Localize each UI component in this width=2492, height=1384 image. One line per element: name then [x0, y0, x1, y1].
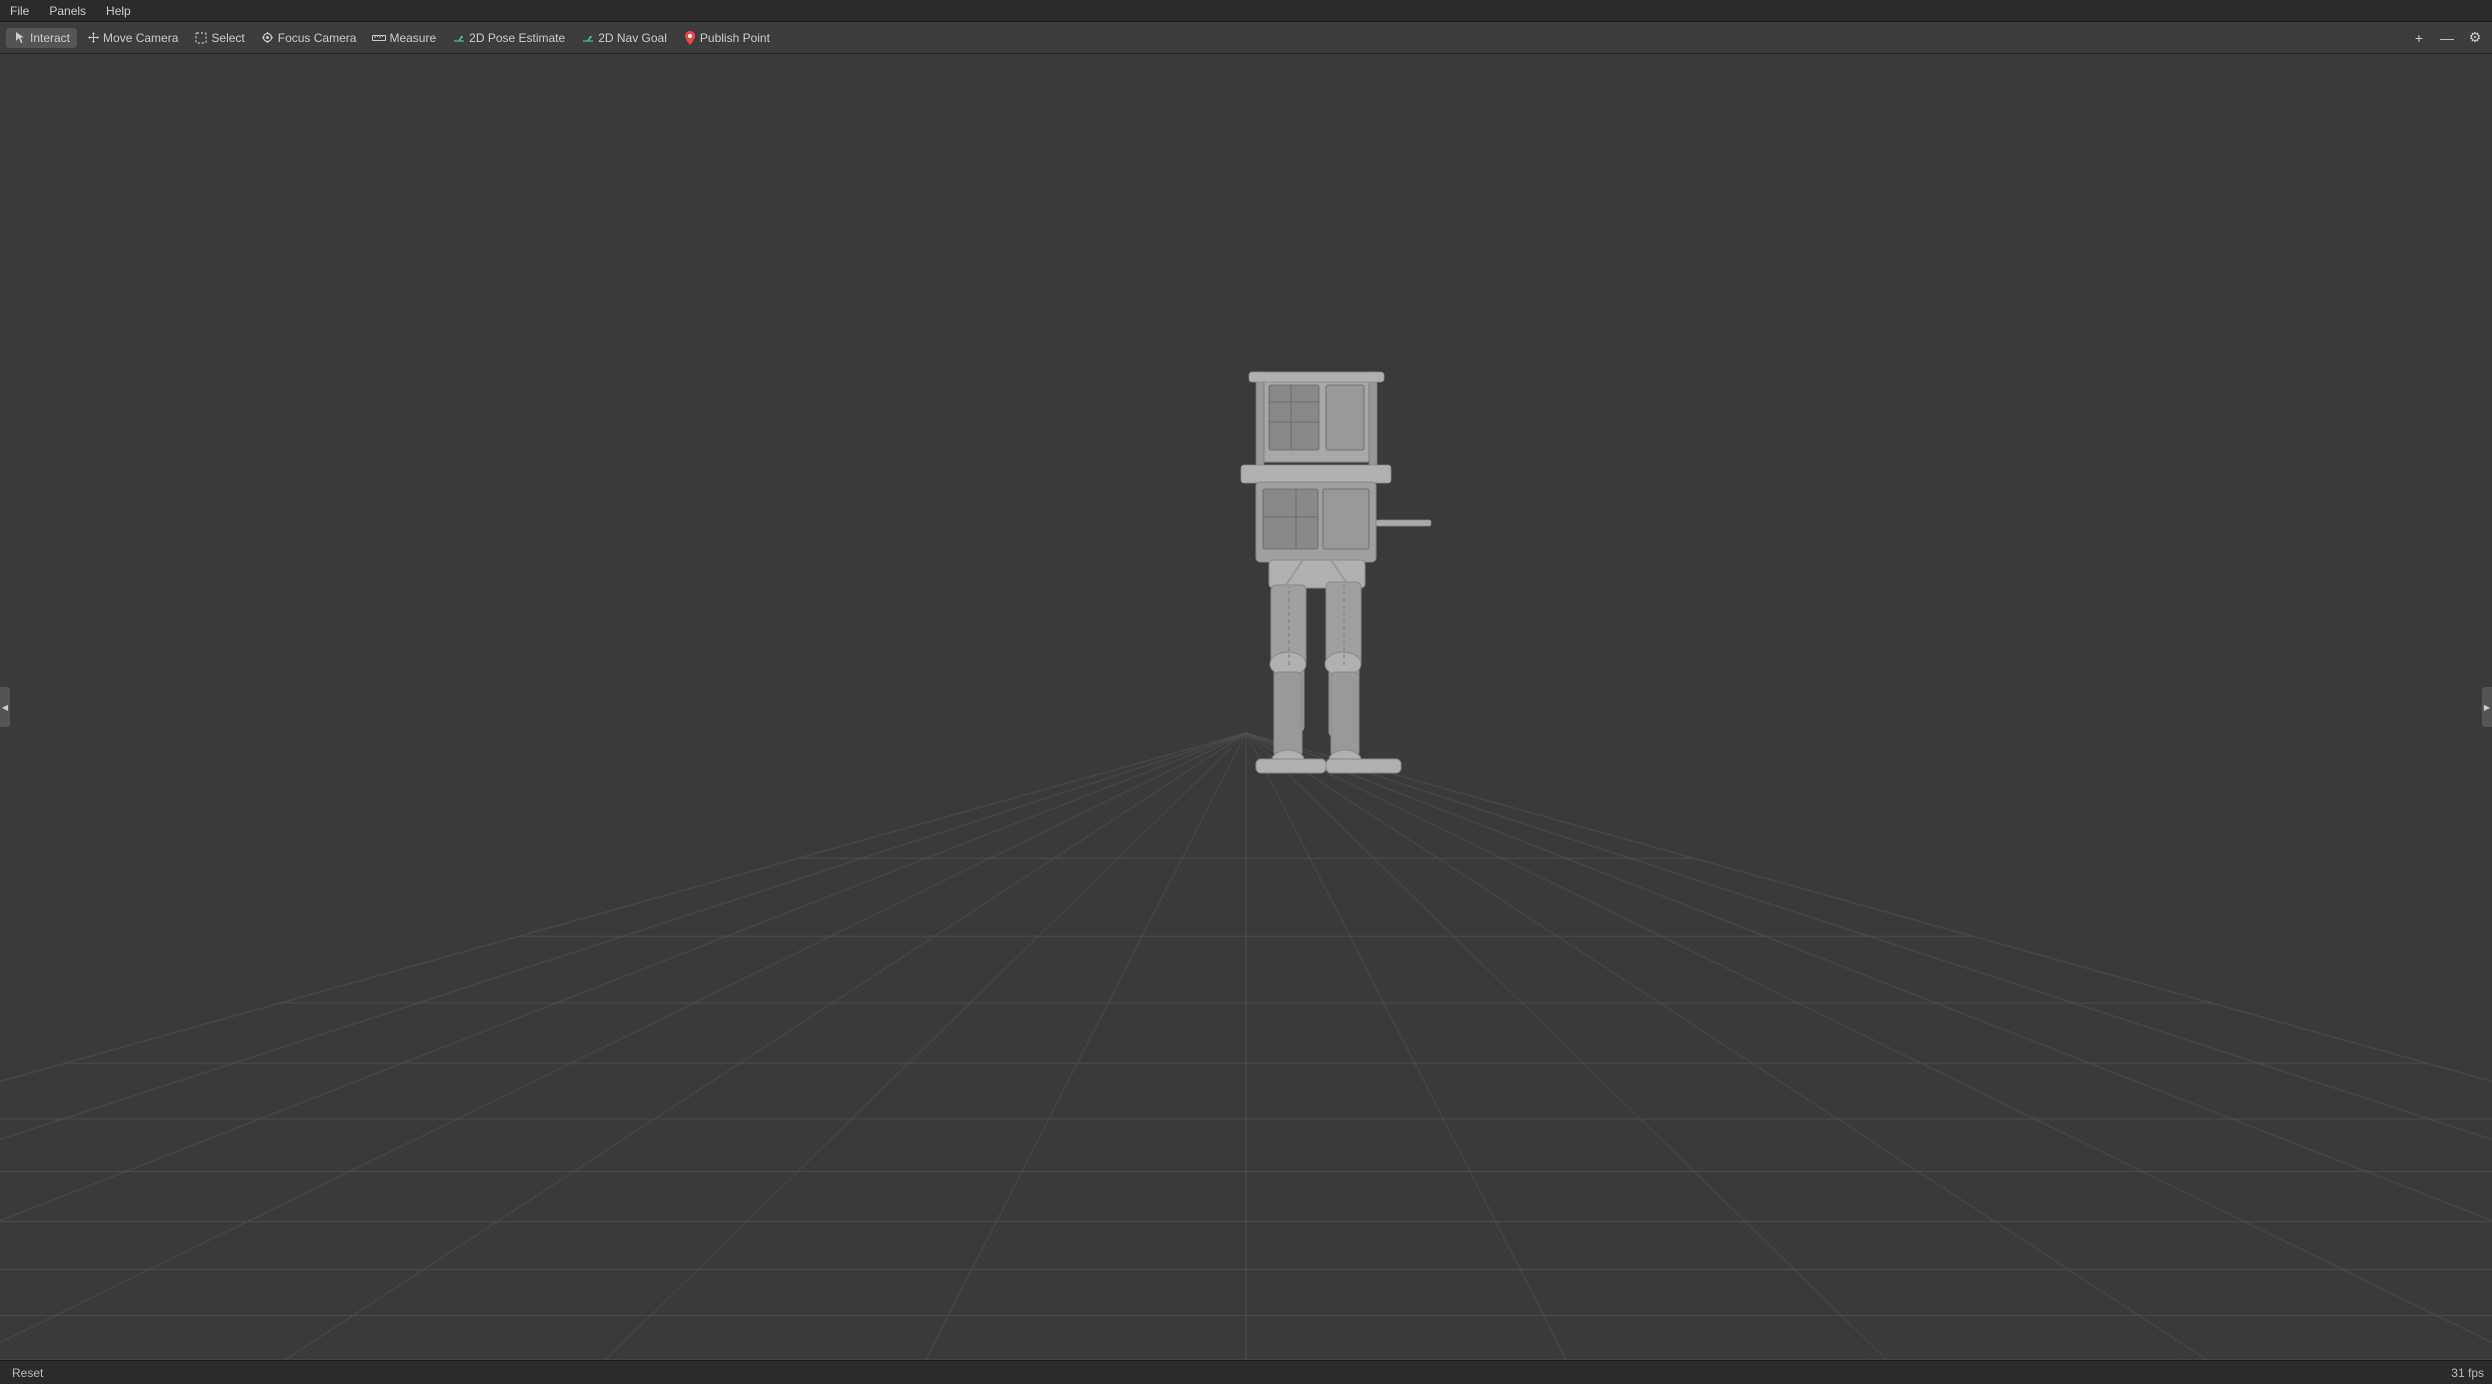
move-icon [86, 31, 100, 45]
toolbar: Interact Move Camera Select [0, 22, 2492, 54]
panel-toggle-right[interactable]: ▶ [2482, 687, 2492, 727]
statusbar-left: Reset [8, 1364, 47, 1382]
cursor-icon [13, 31, 27, 45]
statusbar-right: 31 fps [2451, 1366, 2484, 1380]
select-icon [194, 31, 208, 45]
pose-icon [452, 31, 466, 45]
tool-2d-pose-estimate[interactable]: 2D Pose Estimate [445, 28, 572, 48]
add-display-button[interactable]: + [2408, 27, 2430, 49]
tool-focus-camera[interactable]: Focus Camera [254, 28, 364, 48]
viewport[interactable]: ◀ ▶ [0, 54, 2492, 1360]
point-icon [683, 31, 697, 45]
chevron-right-icon: ▶ [2484, 703, 2490, 712]
panel-toggle-left[interactable]: ◀ [0, 687, 10, 727]
statusbar: Reset 31 fps [0, 1360, 2492, 1384]
nav-icon [581, 31, 595, 45]
settings-button[interactable]: ⚙ [2464, 27, 2486, 49]
tool-publish-point[interactable]: Publish Point [676, 28, 777, 48]
focus-icon [261, 31, 275, 45]
menu-file[interactable]: File [4, 2, 35, 20]
toolbar-right: + — ⚙ [2408, 27, 2486, 49]
tool-measure[interactable]: Measure [365, 28, 443, 48]
menubar: File Panels Help [0, 0, 2492, 22]
ruler-icon [372, 31, 386, 45]
menu-help[interactable]: Help [100, 2, 137, 20]
chevron-left-icon: ◀ [2, 703, 8, 712]
robot-model [1141, 367, 1491, 917]
tool-move-camera[interactable]: Move Camera [79, 28, 185, 48]
tool-2d-nav-goal[interactable]: 2D Nav Goal [574, 28, 674, 48]
tool-interact[interactable]: Interact [6, 28, 77, 48]
remove-display-button[interactable]: — [2436, 27, 2458, 49]
reset-button[interactable]: Reset [8, 1364, 47, 1382]
fps-counter: 31 fps [2451, 1366, 2484, 1380]
tool-select[interactable]: Select [187, 28, 251, 48]
menu-panels[interactable]: Panels [43, 2, 92, 20]
